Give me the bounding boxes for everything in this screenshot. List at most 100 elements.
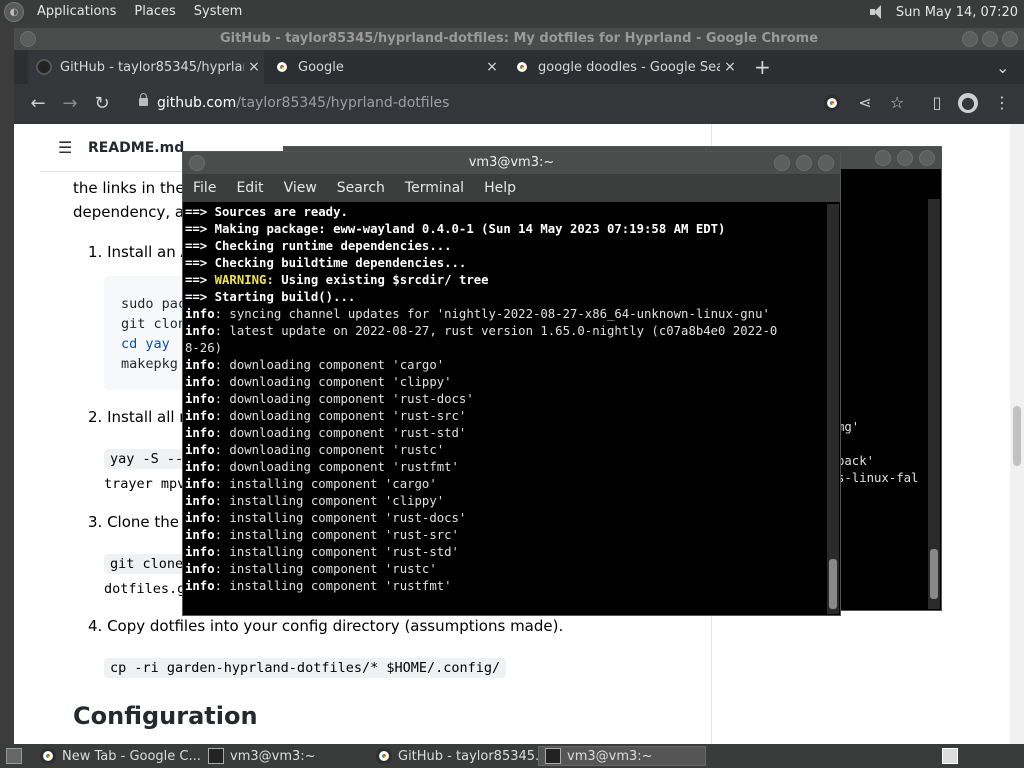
workspace-switcher[interactable] <box>936 746 960 766</box>
profile-avatar-icon[interactable]: ● <box>958 93 978 113</box>
terminal-output[interactable]: ==> Sources are ready. ==> Making package… <box>185 204 777 595</box>
outline-list-icon[interactable]: ☰ <box>58 138 74 157</box>
scrollbar-thumb[interactable] <box>1013 406 1021 466</box>
line-text: Checking buildtime dependencies... <box>207 256 467 270</box>
menu-system[interactable]: System <box>185 0 251 24</box>
line-prefix: ==> <box>185 222 208 236</box>
maximize-button[interactable] <box>796 155 812 171</box>
scrollbar-thumb[interactable] <box>829 559 837 609</box>
terminal-menubar: File Edit View Search Terminal Help <box>183 174 840 202</box>
menu-places[interactable]: Places <box>125 0 184 24</box>
tab-strip: GitHub - taylor85345/hyprland × Google ×… <box>14 50 1024 84</box>
taskbar-item[interactable]: GitHub - taylor85345... <box>370 746 547 766</box>
line-prefix: info <box>185 477 215 491</box>
tab-google-doodles[interactable]: google doodles - Google Sear × <box>506 50 740 84</box>
menu-help[interactable]: Help <box>474 180 526 196</box>
terminal-scrollbar[interactable] <box>827 204 839 614</box>
line-text: Checking runtime dependencies... <box>207 239 452 253</box>
line-prefix: info <box>185 409 215 423</box>
tab-google[interactable]: Google × <box>266 50 502 84</box>
menu-edit[interactable]: Edit <box>226 180 273 196</box>
close-tab-icon[interactable]: × <box>244 59 264 75</box>
line-text: : downloading component 'cargo' <box>214 358 445 372</box>
new-tab-button[interactable]: + <box>752 50 776 84</box>
tab-title: Google <box>298 59 344 75</box>
side-panel-icon[interactable]: ▯ <box>927 93 947 113</box>
window-menu-button[interactable] <box>189 155 205 171</box>
close-window-button[interactable] <box>919 150 935 166</box>
show-desktop-button[interactable] <box>0 746 26 766</box>
line-prefix: info <box>185 579 215 593</box>
taskbar-item[interactable]: New Tab - Google C... <box>34 746 201 766</box>
lock-icon[interactable] <box>139 93 148 106</box>
line-prefix: info <box>185 392 215 406</box>
chrome-titlebar[interactable]: GitHub - taylor85345/hyprland-dotfiles: … <box>14 28 1024 50</box>
menu-terminal[interactable]: Terminal <box>395 180 474 196</box>
close-window-button[interactable] <box>1002 31 1018 47</box>
minimize-button[interactable] <box>875 150 891 166</box>
line-text: : downloading component 'rust-docs' <box>214 392 474 406</box>
menu-search[interactable]: Search <box>327 180 395 196</box>
step-1: 1. Install an A <box>88 243 191 261</box>
line-prefix: ==> <box>185 273 208 287</box>
chrome-menu-icon[interactable]: ⋮ <box>992 93 1012 113</box>
close-tab-icon[interactable]: × <box>482 59 502 75</box>
share-icon[interactable]: ⋖ <box>855 93 875 113</box>
line-text: Using existing $srcdir/ tree <box>273 273 489 287</box>
menu-file[interactable]: File <box>183 180 226 196</box>
maximize-button[interactable] <box>897 150 913 166</box>
bookmark-star-icon[interactable]: ☆ <box>887 93 907 113</box>
desktop-icon <box>6 748 22 764</box>
google-lens-icon[interactable] <box>824 95 840 111</box>
step-4: 4. Copy dotfiles into your config direct… <box>88 617 564 635</box>
terminal-line: 8-26) <box>185 340 777 357</box>
page-scrollbar[interactable] <box>1010 124 1024 744</box>
terminal-titlebar[interactable]: vm3@vm3:~ <box>183 152 840 174</box>
terminal-line: ==> Checking buildtime dependencies... <box>185 255 777 272</box>
clock[interactable]: Sun May 14, 07:20 <box>896 5 1018 20</box>
close-window-button[interactable] <box>818 155 834 171</box>
close-tab-icon[interactable]: × <box>720 59 740 75</box>
code-line: sudo pac <box>121 296 187 312</box>
back-icon[interactable]: ← <box>24 90 52 118</box>
line-text: : downloading component 'rust-src' <box>214 409 467 423</box>
taskbar-item-active[interactable]: vm3@vm3:~ <box>538 746 706 766</box>
line-text: : latest update on 2022-08-27, rust vers… <box>214 324 778 338</box>
line-prefix: info <box>185 511 215 525</box>
terminal-fragment: pack' <box>837 454 875 468</box>
tab-github[interactable]: GitHub - taylor85345/hyprland × <box>28 50 264 84</box>
terminal-line: ==> Making package: eww-wayland 0.4.0-1 … <box>185 221 777 238</box>
terminal-window[interactable]: vm3@vm3:~ File Edit View Search Terminal… <box>182 151 841 616</box>
tab-search-chevron-icon[interactable]: ⌄ <box>988 50 1012 84</box>
inline-code: dotfiles.g <box>98 579 192 599</box>
line-text: Making package: eww-wayland 0.4.0-1 (Sun… <box>207 222 726 236</box>
code-line: makepkg <box>121 356 178 372</box>
line-prefix: ==> <box>185 256 208 270</box>
terminal-line: info: installing component 'rust-std' <box>185 544 777 561</box>
maximize-button[interactable] <box>982 31 998 47</box>
taskbar-item[interactable]: vm3@vm3:~ <box>202 746 368 766</box>
url-domain: github.com <box>157 95 237 111</box>
terminal-scrollbar[interactable] <box>928 199 940 609</box>
line-text: 8-26) <box>185 341 223 355</box>
reload-icon[interactable]: ↻ <box>88 90 116 118</box>
volume-icon[interactable] <box>869 5 888 19</box>
distro-logo-icon[interactable]: ◐ <box>4 2 24 22</box>
minimize-button[interactable] <box>962 31 978 47</box>
terminal-line: info: installing component 'rustfmt' <box>185 578 777 595</box>
line-text: : installing component 'rust-std' <box>214 545 459 559</box>
google-icon <box>514 59 530 75</box>
menu-view[interactable]: View <box>274 180 327 196</box>
line-prefix: ==> <box>185 239 208 253</box>
line-text: : installing component 'rust-src' <box>214 528 459 542</box>
window-menu-button[interactable] <box>20 31 36 47</box>
inline-code: cp -ri garden-hyprland-dotfiles/* $HOME/… <box>104 658 507 678</box>
terminal-line: info: downloading component 'rust-std' <box>185 425 777 442</box>
terminal-line: info: installing component 'rustc' <box>185 561 777 578</box>
scrollbar-thumb[interactable] <box>930 549 938 599</box>
line-text: : installing component 'rustc' <box>214 562 437 576</box>
forward-icon[interactable]: → <box>56 90 84 118</box>
minimize-button[interactable] <box>774 155 790 171</box>
menu-applications[interactable]: Applications <box>28 0 125 24</box>
bottom-panel: New Tab - Google C... vm3@vm3:~ GitHub -… <box>0 744 1024 768</box>
